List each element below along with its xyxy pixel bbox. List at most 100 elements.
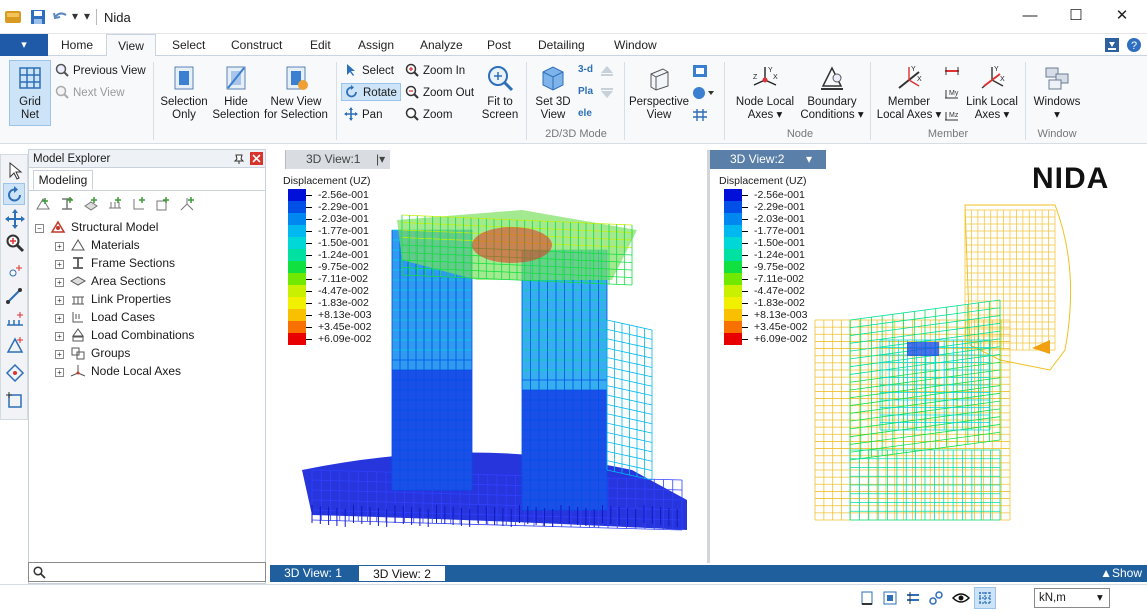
select-mode-button[interactable]: Select (344, 62, 394, 80)
zoom-in-button[interactable]: Zoom In (405, 62, 465, 80)
ribbon-pin-icon[interactable] (1104, 37, 1120, 53)
set-3d-view-button[interactable]: Set 3D View (530, 64, 576, 122)
units-select[interactable]: kN,m ▾ (1034, 588, 1110, 608)
display-options-icon[interactable] (692, 64, 708, 78)
maximize-button[interactable]: ☐ (1056, 4, 1096, 28)
grid-net-button[interactable]: Grid Net (9, 60, 51, 126)
member-local-axes-button[interactable]: YX Member Local Axes ▾ (874, 64, 944, 122)
boundary-conditions-button[interactable]: Boundary Conditions ▾ (799, 64, 865, 122)
area-snap-icon[interactable] (905, 590, 921, 606)
cursor-arrow-icon[interactable] (5, 161, 25, 181)
explorer-search-input[interactable] (28, 562, 266, 582)
extrude-options-icon[interactable] (692, 86, 716, 100)
add-load-combination-icon[interactable] (155, 196, 171, 212)
viewport-2-menu-icon[interactable]: ▾ (806, 150, 812, 169)
viewport-1-tab[interactable]: 3D View:1 |▾ (285, 150, 390, 169)
pan-mode-button[interactable]: Pan (344, 106, 382, 124)
mode-elevation-button[interactable]: ele (578, 105, 592, 123)
tab-view[interactable]: View (106, 34, 156, 57)
rotate-tool-icon[interactable] (5, 185, 25, 205)
expand-icon[interactable]: + (55, 260, 64, 269)
grid-options-icon[interactable] (692, 108, 708, 122)
file-menu-button[interactable]: ▾ (0, 34, 48, 56)
collapse-icon[interactable]: − (35, 224, 44, 233)
undo-dropdown-icon[interactable]: ▾ (72, 9, 78, 23)
draw-frame-icon[interactable] (5, 285, 25, 305)
customize-toolbar-icon[interactable]: ▾ (84, 9, 90, 23)
mode-3d-button[interactable]: 3-d (578, 61, 593, 79)
windows-button[interactable]: Windows ▾ (1030, 64, 1084, 122)
tab-construct[interactable]: Construct (231, 34, 282, 56)
draw-multi-frame-icon[interactable] (5, 309, 25, 329)
expand-icon[interactable]: + (55, 332, 64, 341)
save-icon[interactable] (30, 9, 46, 25)
expand-icon[interactable]: + (55, 368, 64, 377)
hide-selection-button[interactable]: Hide Selection (210, 64, 262, 122)
help-icon[interactable]: ? (1126, 37, 1142, 53)
tab-analyze[interactable]: Analyze (420, 34, 463, 56)
previous-view-button[interactable]: Previous View (55, 62, 146, 80)
draw-rectangle-area-icon[interactable] (5, 391, 25, 411)
viewport-2-tab[interactable]: 3D View:2 ▾ (710, 150, 826, 169)
link-local-axes-button[interactable]: YX Link Local Axes ▾ (962, 64, 1022, 122)
node-local-axes-button[interactable]: Y Z X Node Local Axes ▾ (733, 64, 797, 122)
draw-node-icon[interactable] (5, 261, 25, 281)
close-button[interactable]: ✕ (1102, 4, 1142, 28)
add-group-icon[interactable] (179, 196, 195, 212)
member-end-offset-icon[interactable] (944, 64, 960, 78)
expand-icon[interactable]: + (55, 314, 64, 323)
tab-edit[interactable]: Edit (310, 34, 331, 56)
doc-tab-3d-view-2[interactable]: 3D View: 2 (358, 565, 446, 582)
pan-tool-icon[interactable] (5, 209, 25, 229)
zoom-button[interactable]: Zoom (405, 106, 452, 124)
tab-post[interactable]: Post (487, 34, 511, 56)
draw-link-icon[interactable] (5, 363, 25, 383)
level-down-icon[interactable] (600, 86, 614, 100)
tree-item-load-combinations[interactable]: + Load Combinations (55, 326, 194, 344)
expand-icon[interactable]: + (55, 350, 64, 359)
add-link-property-icon[interactable] (107, 196, 123, 212)
expand-icon[interactable]: + (55, 278, 64, 287)
tab-window[interactable]: Window (614, 34, 657, 56)
doc-tab-3d-view-1[interactable]: 3D View: 1 (270, 565, 356, 582)
tree-root-structural-model[interactable]: − Structural Model (35, 218, 158, 236)
tab-assign[interactable]: Assign (358, 34, 394, 56)
close-panel-icon[interactable] (250, 152, 263, 165)
expand-icon[interactable]: + (55, 242, 64, 251)
add-material-icon[interactable] (35, 196, 51, 212)
tree-item-frame-sections[interactable]: + Frame Sections (55, 254, 175, 272)
visibility-eye-icon[interactable] (952, 590, 970, 606)
new-view-for-selection-button[interactable]: New View for Selection (262, 64, 330, 122)
viewport-1[interactable]: 3D View:1 |▾ Displacement (UZ) -2.56e-001… (272, 150, 707, 563)
zoom-tool-icon[interactable] (5, 233, 25, 253)
level-up-icon[interactable] (600, 64, 614, 78)
tree-item-groups[interactable]: + Groups (55, 344, 130, 362)
member-moment-icon[interactable]: My (944, 86, 960, 100)
tab-home[interactable]: Home (61, 34, 93, 56)
perspective-view-button[interactable]: Perspective View (628, 64, 690, 122)
tree-item-link-properties[interactable]: + Link Properties (55, 290, 171, 308)
viewport-2[interactable]: 3D View:2 ▾ Displacement (UZ) -2.56e-001-… (710, 150, 1147, 563)
tree-item-node-local-axes[interactable]: + Node Local Axes (55, 362, 181, 380)
structural-model-plan-view[interactable] (710, 170, 1147, 563)
expand-icon[interactable]: + (55, 296, 64, 305)
show-panel-button[interactable]: ▲Show (1090, 565, 1146, 582)
draw-area-icon[interactable] (5, 335, 25, 355)
pin-icon[interactable] (233, 153, 245, 165)
add-frame-section-icon[interactable] (59, 196, 75, 212)
undo-icon[interactable] (52, 9, 68, 25)
tab-select[interactable]: Select (172, 34, 205, 56)
fit-to-screen-button[interactable]: Fit to Screen (478, 64, 522, 122)
tab-detailing[interactable]: Detailing (538, 34, 585, 56)
tree-item-load-cases[interactable]: + Load Cases (55, 308, 155, 326)
viewport-1-menu-icon[interactable]: |▾ (376, 150, 385, 169)
node-snap-icon[interactable] (859, 590, 875, 606)
mode-plan-button[interactable]: Pla (578, 83, 593, 101)
member-moment-z-icon[interactable]: Mz (944, 108, 960, 122)
tree-item-materials[interactable]: + Materials (55, 236, 140, 254)
minimize-button[interactable]: — (1010, 4, 1050, 28)
add-load-case-icon[interactable] (131, 196, 147, 212)
frame-snap-icon[interactable] (882, 590, 898, 606)
grid-toggle-button[interactable] (974, 587, 996, 609)
tab-modeling[interactable]: Modeling (33, 170, 93, 190)
